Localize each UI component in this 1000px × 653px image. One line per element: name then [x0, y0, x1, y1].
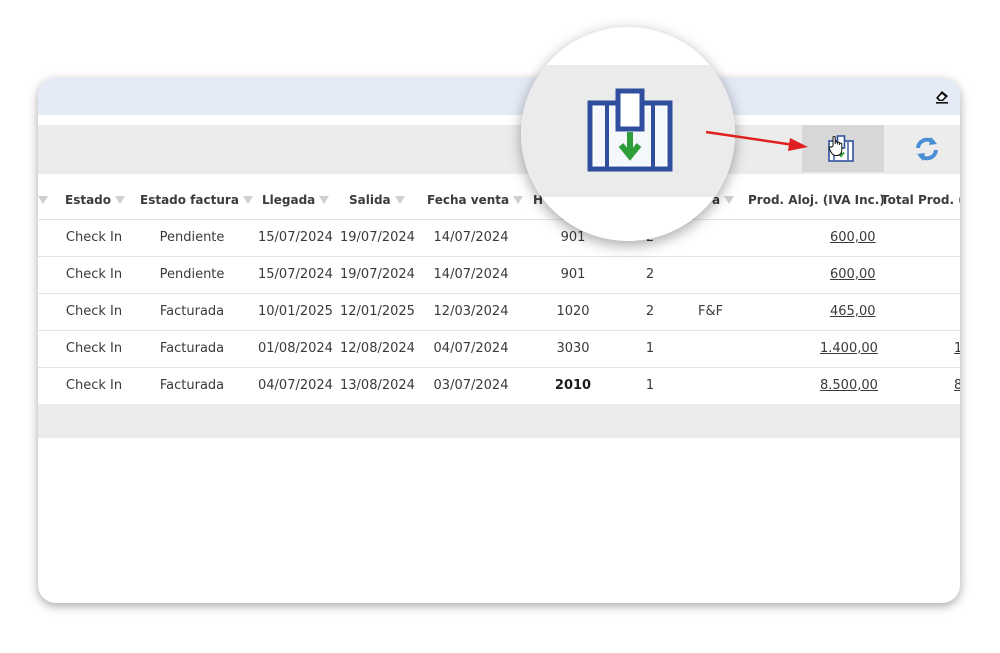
cell-estado-factura: Pendiente: [159, 230, 225, 245]
cell-fecha-venta: 14/07/2024: [433, 230, 509, 245]
cell-llegada: 15/07/2024: [258, 230, 333, 245]
cell-tarifa: F&F: [698, 304, 724, 319]
hand-cursor-icon: [828, 136, 843, 156]
cell-salida: 12/08/2024: [340, 341, 415, 356]
cell-salida: 19/07/2024: [340, 230, 415, 245]
cell-estado: Check In: [65, 267, 123, 282]
cell-fecha-venta: 12/03/2024: [433, 304, 509, 319]
export-button[interactable]: [802, 125, 884, 172]
table-row[interactable]: Check In Facturada 10/01/2025 12/01/2025…: [38, 293, 960, 330]
cell-prod-aloj-link[interactable]: 8.500,00: [820, 368, 878, 404]
table-footer: [38, 404, 960, 438]
eraser-icon: [936, 91, 948, 104]
column-header-estado[interactable]: Estado: [65, 182, 126, 219]
cell-llegada: 15/07/2024: [258, 267, 333, 282]
refresh-icon: [916, 137, 938, 161]
cell-total-prod-link[interactable]: 1: [954, 331, 960, 367]
cell-estado: Check In: [65, 378, 123, 393]
clear-filters-button[interactable]: [934, 88, 950, 104]
cell-pax: 2: [645, 267, 655, 282]
column-header-total-prod[interactable]: Total Prod. (I: [881, 182, 960, 219]
reservations-table: Estado Estado factura Llegada Salida Fec…: [38, 182, 960, 405]
cell-hab: 2010: [554, 378, 592, 393]
column-header-llegada[interactable]: Llegada: [262, 182, 330, 219]
export-grid-download-icon: [587, 88, 673, 172]
cell-fecha-venta: 04/07/2024: [433, 341, 509, 356]
table-row[interactable]: Check In Pendiente 15/07/2024 19/07/2024…: [38, 256, 960, 293]
table-row[interactable]: Check In Facturada 01/08/2024 12/08/2024…: [38, 330, 960, 367]
cell-hab: 1020: [556, 304, 590, 319]
cell-fecha-venta: 03/07/2024: [433, 378, 509, 393]
cell-llegada: 10/01/2025: [258, 304, 333, 319]
table-header: Estado Estado factura Llegada Salida Fec…: [38, 182, 960, 219]
column-header-estado-factura[interactable]: Estado factura: [140, 182, 253, 219]
column-header-salida[interactable]: Salida: [349, 182, 405, 219]
cell-pax: 1: [645, 341, 655, 356]
cell-estado-factura: Facturada: [159, 304, 225, 319]
cell-estado: Check In: [65, 304, 123, 319]
refresh-button[interactable]: [912, 134, 942, 164]
cell-estado-factura: Facturada: [159, 341, 225, 356]
cell-estado-factura: Pendiente: [159, 267, 225, 282]
card-header: [38, 78, 960, 115]
cell-llegada: 01/08/2024: [258, 341, 333, 356]
cell-total-prod-link[interactable]: 8: [954, 368, 960, 404]
cell-hab: 3030: [556, 341, 590, 356]
column-filter-icon[interactable]: [38, 182, 48, 219]
pointer-arrow-icon: [705, 130, 808, 151]
cell-hab: 901: [560, 267, 586, 282]
cell-prod-aloj-link[interactable]: 465,00: [830, 294, 876, 330]
cell-salida: 12/01/2025: [340, 304, 415, 319]
table-row[interactable]: Check In Facturada 04/07/2024 13/08/2024…: [38, 367, 960, 405]
cell-estado: Check In: [65, 230, 123, 245]
cell-prod-aloj-link[interactable]: 600,00: [830, 257, 876, 293]
cell-pax: 1: [645, 378, 655, 393]
filter-icon[interactable]: [242, 195, 253, 204]
cell-salida: 19/07/2024: [340, 267, 415, 282]
cell-estado: Check In: [65, 341, 123, 356]
filter-icon[interactable]: [319, 195, 330, 204]
cell-prod-aloj-link[interactable]: 1.400,00: [820, 331, 878, 367]
cell-llegada: 04/07/2024: [258, 378, 333, 393]
filter-icon[interactable]: [115, 195, 126, 204]
grid-toolbar: [38, 125, 960, 174]
cell-fecha-venta: 14/07/2024: [433, 267, 509, 282]
filter-icon[interactable]: [394, 195, 405, 204]
cell-salida: 13/08/2024: [340, 378, 415, 393]
cell-prod-aloj-link[interactable]: 600,00: [830, 220, 876, 256]
report-card: Estado Estado factura Llegada Salida Fec…: [38, 78, 960, 603]
table-row[interactable]: Check In Pendiente 15/07/2024 19/07/2024…: [38, 219, 960, 256]
cell-pax: 2: [645, 304, 655, 319]
cell-estado-factura: Facturada: [159, 378, 225, 393]
column-header-fecha-venta[interactable]: Fecha venta: [427, 182, 524, 219]
column-header-prod-aloj[interactable]: Prod. Aloj. (IVA Inc.): [748, 182, 885, 219]
